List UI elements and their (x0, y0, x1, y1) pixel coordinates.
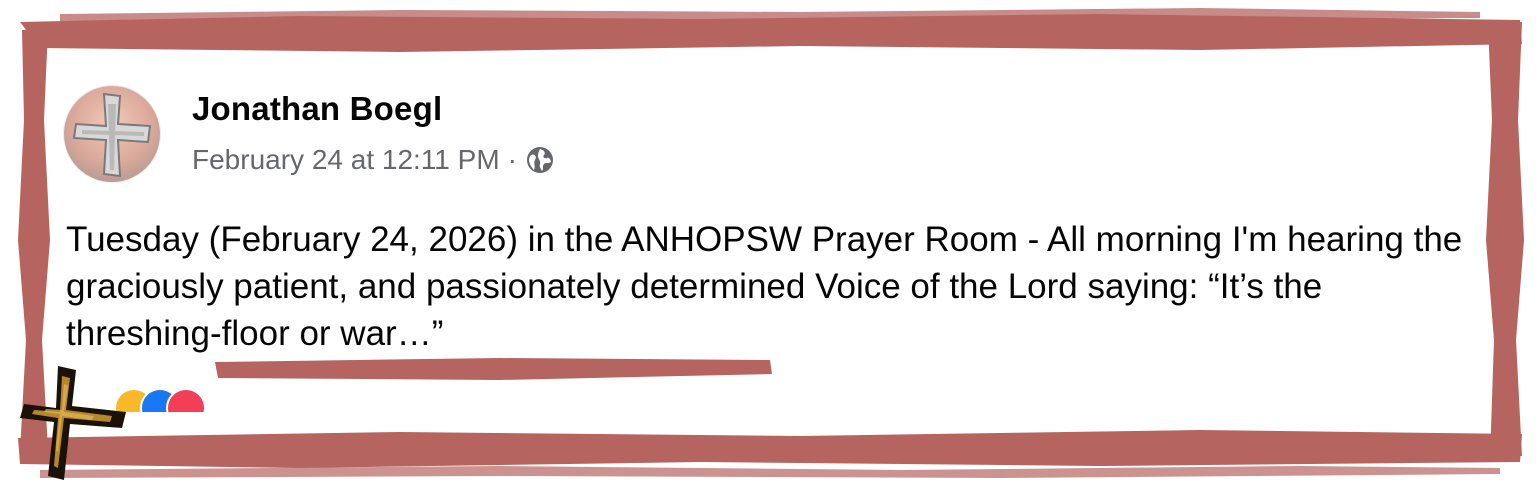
post-meta: February 24 at 12:11 PM · (192, 144, 555, 176)
post-text: Tuesday (February 24, 2026) in the ANHOP… (66, 216, 1476, 357)
avatar[interactable] (64, 86, 160, 182)
avatar-cross-icon (64, 86, 160, 182)
author-name[interactable]: Jonathan Boegl (192, 90, 442, 128)
reactions-row[interactable] (56, 382, 1476, 412)
facebook-post: Jonathan Boegl February 24 at 12:11 PM ·… (60, 80, 1480, 420)
post-timestamp[interactable]: February 24 at 12:11 PM (192, 144, 500, 176)
cross-logo (20, 366, 126, 480)
stage: Jonathan Boegl February 24 at 12:11 PM ·… (0, 0, 1538, 484)
post-text-content: Tuesday (February 24, 2026) in the ANHOP… (66, 220, 1463, 353)
globe-icon[interactable] (525, 145, 555, 175)
post-header: Jonathan Boegl February 24 at 12:11 PM · (60, 80, 1480, 190)
meta-separator: · (507, 144, 517, 175)
